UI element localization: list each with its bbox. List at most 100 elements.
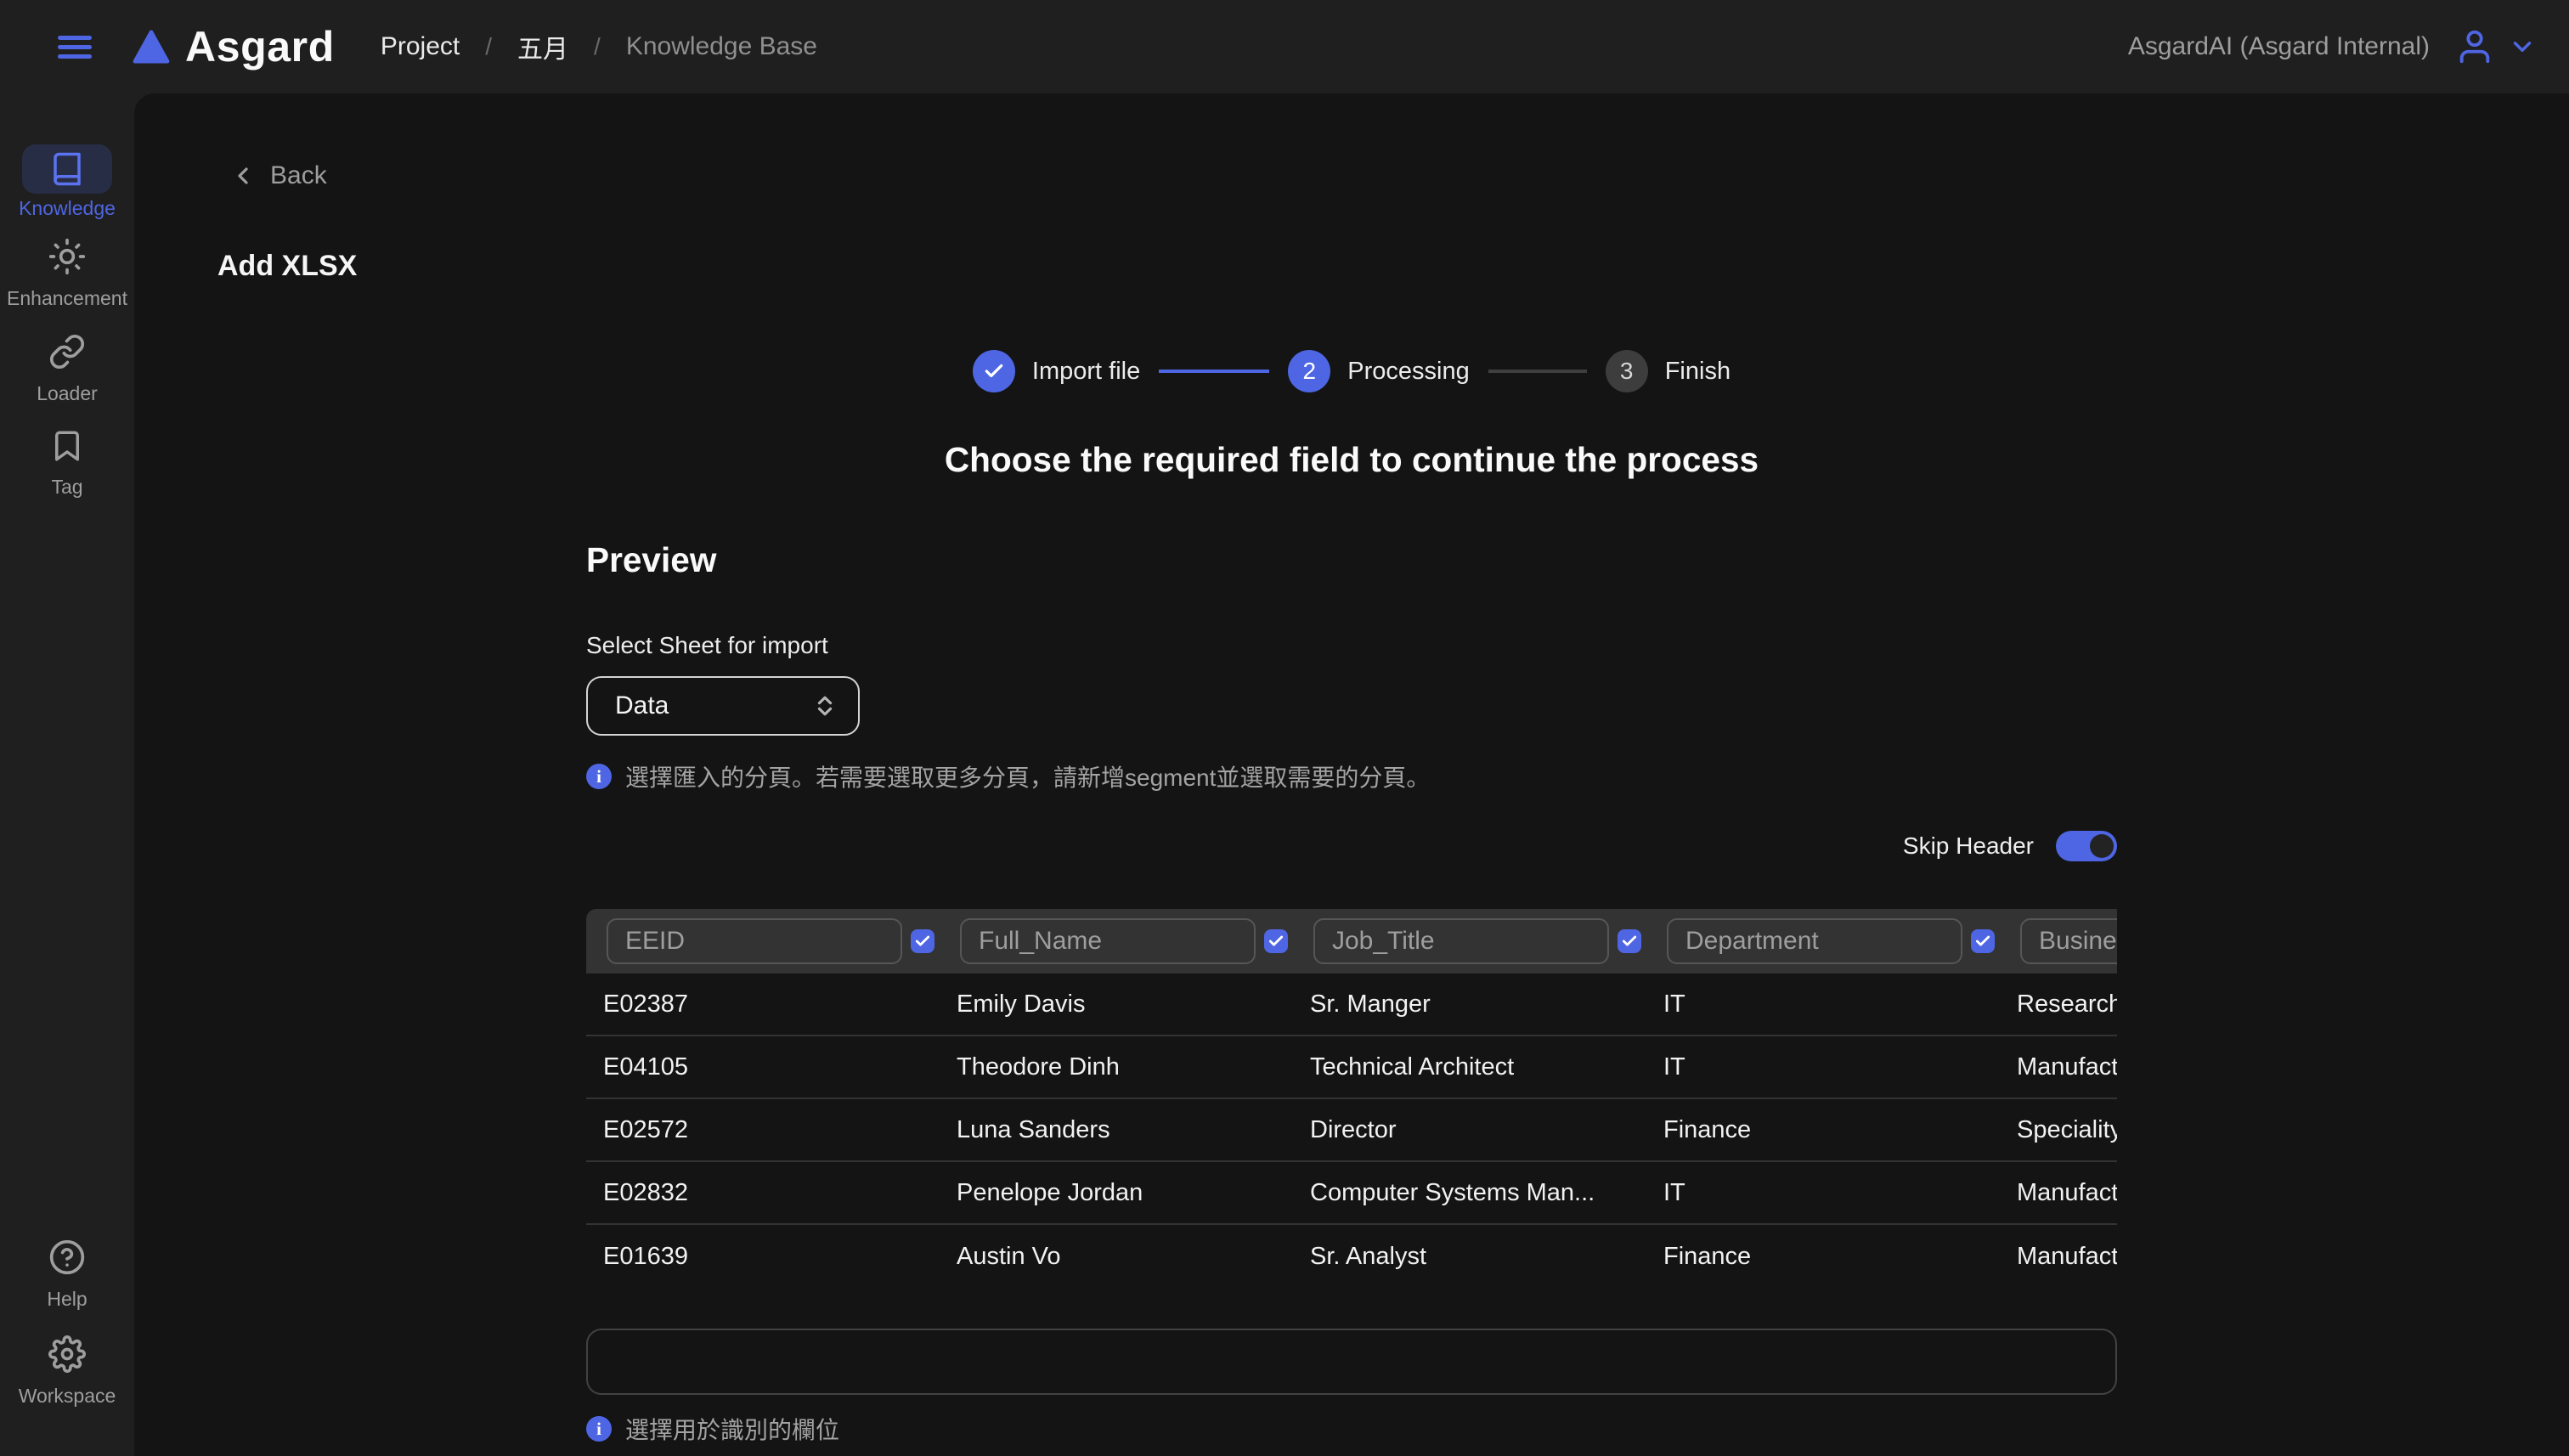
step-connector-done: [1159, 370, 1269, 373]
step-finish: 3 Finish: [1606, 350, 1731, 392]
step-connector-pending: [1488, 370, 1587, 373]
breadcrumb-separator: /: [485, 33, 492, 60]
column-name-input-department[interactable]: Department: [1667, 918, 1962, 964]
chevron-left-icon: [229, 162, 257, 189]
cell-job-title: Computer Systems Man...: [1293, 1179, 1646, 1207]
info-icon-2: i: [586, 1416, 612, 1442]
step-processing: 2 Processing: [1288, 350, 1469, 392]
account-chevron-down-icon[interactable]: [2508, 32, 2537, 61]
skip-header-row: Skip Header: [1903, 831, 2117, 861]
cell-department: Finance: [1646, 1116, 2000, 1144]
cell-full-name: Theodore Dinh: [940, 1053, 1293, 1081]
step-import-file: Import file: [973, 350, 1140, 392]
step-2-indicator: 2: [1288, 350, 1330, 392]
top-header: Asgard Project / 五月 / Knowledge Base Asg…: [0, 0, 2569, 93]
sheet-hint-text: 選擇匯入的分頁。若需要選取更多分頁，請新增segment並選取需要的分頁。: [625, 759, 1430, 793]
column-checkbox-department[interactable]: [1971, 929, 1995, 953]
link-icon: [48, 333, 86, 370]
info-icon: i: [586, 764, 612, 789]
column-name-input-eeid[interactable]: EEID: [607, 918, 902, 964]
preview-table: EEID Full_Name Job_Title Department: [586, 909, 2117, 1288]
help-circle-icon: [48, 1239, 86, 1276]
sidebar-item-label: Tag: [51, 476, 82, 499]
cell-job-title: Director: [1293, 1116, 1646, 1144]
step-2-label: Processing: [1347, 358, 1469, 386]
cell-department: Finance: [1646, 1243, 2000, 1271]
cell-eeid: E02832: [586, 1179, 940, 1207]
step-1-check-icon: [973, 350, 1015, 392]
sidebar-item-label: Knowledge: [19, 194, 116, 220]
skip-header-toggle[interactable]: [2056, 831, 2117, 861]
step-1-label: Import file: [1032, 358, 1140, 386]
column-name-input-business[interactable]: Busines: [2020, 918, 2117, 964]
column-checkbox-job-title[interactable]: [1618, 929, 1641, 953]
table-row[interactable]: E02387 Emily Davis Sr. Manger IT Researc…: [586, 973, 2117, 1036]
bookmark-icon: [49, 428, 85, 464]
stepper: Import file 2 Processing 3 Finish: [586, 350, 2117, 392]
menu-icon[interactable]: [58, 36, 92, 59]
cell-business: Manufactu: [2000, 1179, 2117, 1207]
table-row[interactable]: E01639 Austin Vo Sr. Analyst Finance Man…: [586, 1225, 2117, 1288]
cell-eeid: E02572: [586, 1116, 940, 1144]
asgard-logo-icon: [133, 30, 170, 64]
cell-eeid: E04105: [586, 1053, 940, 1081]
cell-business: Manufactu: [2000, 1053, 2117, 1081]
sun-icon: [48, 238, 86, 275]
cell-business: Speciality: [2000, 1116, 2117, 1144]
cell-full-name: Emily Davis: [940, 990, 1293, 1019]
app-root: Asgard Project / 五月 / Knowledge Base Asg…: [0, 0, 2569, 1456]
sidebar-item-help[interactable]: Help: [0, 1239, 134, 1311]
breadcrumb: Project / 五月 / Knowledge Base: [381, 28, 817, 65]
cell-business: Research: [2000, 990, 2117, 1019]
sheet-hint: i 選擇匯入的分頁。若需要選取更多分頁，請新增segment並選取需要的分頁。: [586, 759, 1430, 793]
cell-full-name: Austin Vo: [940, 1243, 1293, 1271]
page-title: Add XLSX: [217, 250, 357, 283]
breadcrumb-separator-2: /: [594, 33, 601, 60]
column-checkbox-eeid[interactable]: [911, 929, 934, 953]
column-checkbox-full-name[interactable]: [1264, 929, 1288, 953]
cell-full-name: Luna Sanders: [940, 1116, 1293, 1144]
sidebar-item-loader[interactable]: Loader: [0, 333, 134, 405]
cell-full-name: Penelope Jordan: [940, 1179, 1293, 1207]
page-subtitle: Choose the required field to continue th…: [586, 440, 2117, 480]
user-icon[interactable]: [2455, 27, 2494, 66]
sheet-select-value: Data: [615, 691, 669, 720]
cell-department: IT: [1646, 990, 2000, 1019]
preview-heading: Preview: [586, 540, 716, 580]
book-icon: [49, 151, 85, 187]
sidebar-item-label: Loader: [37, 382, 98, 405]
cell-department: IT: [1646, 1179, 2000, 1207]
cell-department: IT: [1646, 1053, 2000, 1081]
sheet-select-label: Select Sheet for import: [586, 632, 828, 659]
sidebar-item-label: Workspace: [19, 1385, 116, 1408]
breadcrumb-current: Knowledge Base: [626, 32, 817, 61]
table-row[interactable]: E02572 Luna Sanders Director Finance Spe…: [586, 1099, 2117, 1162]
sidebar: Knowledge Enhancement Loader Tag: [0, 93, 134, 1456]
identifier-input[interactable]: [586, 1329, 2117, 1395]
sheet-select[interactable]: Data: [586, 676, 860, 736]
cell-business: Manufactu: [2000, 1243, 2117, 1271]
back-label: Back: [270, 161, 327, 190]
sidebar-item-knowledge[interactable]: Knowledge: [0, 144, 134, 220]
sidebar-item-tag[interactable]: Tag: [0, 428, 134, 499]
skip-header-label: Skip Header: [1903, 832, 2034, 860]
back-button[interactable]: Back: [229, 161, 327, 190]
table-row[interactable]: E02832 Penelope Jordan Computer Systems …: [586, 1162, 2117, 1225]
sidebar-item-workspace[interactable]: Workspace: [0, 1335, 134, 1408]
column-name-input-full-name[interactable]: Full_Name: [960, 918, 1256, 964]
sidebar-item-label: Enhancement: [7, 287, 127, 310]
cell-job-title: Sr. Analyst: [1293, 1243, 1646, 1271]
sidebar-item-enhancement[interactable]: Enhancement: [0, 238, 134, 310]
breadcrumb-project[interactable]: Project: [381, 32, 460, 61]
cell-job-title: Sr. Manger: [1293, 990, 1646, 1019]
cell-eeid: E02387: [586, 990, 940, 1019]
table-row[interactable]: E04105 Theodore Dinh Technical Architect…: [586, 1036, 2117, 1099]
breadcrumb-folder[interactable]: 五月: [517, 28, 568, 65]
column-name-input-job-title[interactable]: Job_Title: [1313, 918, 1609, 964]
step-3-indicator: 3: [1606, 350, 1648, 392]
table-header-row: EEID Full_Name Job_Title Department: [586, 909, 2117, 973]
select-updown-icon: [812, 693, 838, 719]
account-name: AsgardAI (Asgard Internal): [2128, 32, 2430, 61]
cell-eeid: E01639: [586, 1243, 940, 1271]
main-content: Back Add XLSX Import file 2 Processing: [134, 93, 2569, 1456]
